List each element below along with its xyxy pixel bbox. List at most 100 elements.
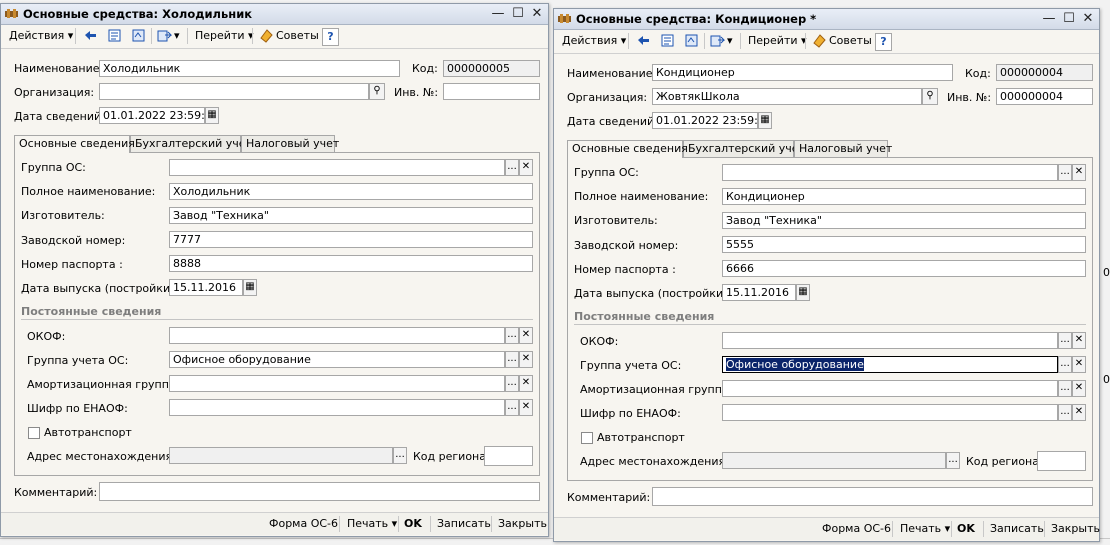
tab-main-info[interactable]: Основные сведения	[14, 135, 135, 153]
close-button[interactable]: ✕	[529, 6, 545, 21]
os-group-input[interactable]	[722, 164, 1058, 181]
structure-icon[interactable]	[107, 28, 122, 43]
select-button[interactable]: ...	[1058, 332, 1072, 349]
help-button[interactable]: ?	[322, 28, 339, 46]
clear-icon[interactable]: ✕	[1072, 164, 1086, 181]
okof-input[interactable]	[722, 332, 1058, 349]
clear-icon[interactable]: ✕	[519, 159, 533, 176]
back-arrow-icon[interactable]	[636, 33, 651, 48]
calendar-icon[interactable]: ▦	[758, 112, 772, 129]
save-button[interactable]: Записать	[990, 521, 1044, 537]
select-button[interactable]: ...	[505, 351, 519, 368]
select-button[interactable]: ...	[505, 399, 519, 416]
serial-number-input[interactable]: 7777	[169, 231, 533, 248]
comment-input[interactable]	[652, 487, 1093, 506]
name-input[interactable]: Холодильник	[99, 60, 400, 77]
vehicle-checkbox[interactable]	[28, 427, 40, 439]
search-icon[interactable]: ⚲	[922, 88, 938, 105]
region-code-input[interactable]	[484, 446, 533, 466]
select-button[interactable]: ...	[1058, 404, 1072, 421]
full-name-input[interactable]: Холодильник	[169, 183, 533, 200]
refresh-icon[interactable]	[684, 33, 699, 48]
select-button[interactable]: ...	[1058, 380, 1072, 397]
os-group-input[interactable]	[169, 159, 505, 176]
tab-tax[interactable]: Налоговый учет	[794, 140, 892, 157]
region-code-input[interactable]	[1037, 451, 1086, 471]
organization-input[interactable]	[99, 83, 369, 100]
tab-accounting[interactable]: Бухгалтерский учет	[683, 140, 805, 157]
maximize-button[interactable]: ☐	[510, 6, 526, 21]
clear-icon[interactable]: ✕	[1072, 356, 1086, 373]
manufacturer-input[interactable]: Завод "Техника"	[722, 212, 1086, 229]
save-button[interactable]: Записать	[437, 516, 491, 532]
close-form-button[interactable]: Закрыть	[498, 516, 547, 532]
goto-menu[interactable]: Перейти ▾	[195, 28, 254, 44]
clear-icon[interactable]: ✕	[1072, 332, 1086, 349]
tips-icon[interactable]	[812, 33, 827, 48]
address-input[interactable]	[169, 447, 393, 464]
close-button[interactable]: ✕	[1080, 11, 1096, 26]
ok-button[interactable]: OK	[957, 521, 975, 537]
form-os6-button[interactable]: Форма ОС-6	[822, 521, 891, 537]
back-arrow-icon[interactable]	[83, 28, 98, 43]
inventory-input[interactable]	[443, 83, 540, 100]
refresh-icon[interactable]	[131, 28, 146, 43]
select-button[interactable]: ...	[393, 447, 407, 464]
help-button[interactable]: ?	[875, 33, 892, 51]
vehicle-checkbox[interactable]	[581, 432, 593, 444]
info-date-input[interactable]: 01.01.2022 23:59:59	[652, 112, 758, 129]
calendar-icon[interactable]: ▦	[205, 107, 219, 124]
form-os6-button[interactable]: Форма ОС-6	[269, 516, 338, 532]
accounting-group-input[interactable]: Офисное оборудование	[169, 351, 505, 368]
calendar-icon[interactable]: ▦	[243, 279, 257, 296]
actions-menu[interactable]: Действия ▾	[9, 28, 73, 44]
accounting-group-input[interactable]: Офисное оборудование	[722, 356, 1058, 373]
tab-tax[interactable]: Налоговый учет	[241, 135, 339, 152]
okof-input[interactable]	[169, 327, 505, 344]
move-dropdown-arrow[interactable]: ▾	[174, 28, 180, 44]
passport-number-input[interactable]: 8888	[169, 255, 533, 272]
print-menu[interactable]: Печать ▾	[347, 516, 397, 532]
passport-number-input[interactable]: 6666	[722, 260, 1086, 277]
select-button[interactable]: ...	[505, 375, 519, 392]
clear-icon[interactable]: ✕	[519, 327, 533, 344]
serial-number-input[interactable]: 5555	[722, 236, 1086, 253]
address-input[interactable]	[722, 452, 946, 469]
select-button[interactable]: ...	[505, 327, 519, 344]
enaof-code-input[interactable]	[722, 404, 1058, 421]
release-date-input[interactable]: 15.11.2016	[722, 284, 796, 301]
move-document-icon[interactable]	[710, 33, 725, 48]
clear-icon[interactable]: ✕	[519, 399, 533, 416]
goto-menu[interactable]: Перейти ▾	[748, 33, 807, 49]
select-button[interactable]: ...	[505, 159, 519, 176]
release-date-input[interactable]: 15.11.2016	[169, 279, 243, 296]
organization-input[interactable]: ЖовтякШкола	[652, 88, 922, 105]
manufacturer-input[interactable]: Завод "Техника"	[169, 207, 533, 224]
full-name-input[interactable]: Кондиционер	[722, 188, 1086, 205]
actions-menu[interactable]: Действия ▾	[562, 33, 626, 49]
amortization-group-input[interactable]	[722, 380, 1058, 397]
amortization-group-input[interactable]	[169, 375, 505, 392]
tips-icon[interactable]	[259, 28, 274, 43]
code-input[interactable]: 000000005	[443, 60, 540, 77]
select-button[interactable]: ...	[946, 452, 960, 469]
comment-input[interactable]	[99, 482, 540, 501]
tips-button[interactable]: Советы	[276, 28, 319, 44]
clear-icon[interactable]: ✕	[1072, 404, 1086, 421]
move-document-icon[interactable]	[157, 28, 172, 43]
tips-button[interactable]: Советы	[829, 33, 872, 49]
clear-icon[interactable]: ✕	[519, 351, 533, 368]
tab-main-info[interactable]: Основные сведения	[567, 140, 688, 158]
ok-button[interactable]: OK	[404, 516, 422, 532]
minimize-button[interactable]: —	[490, 6, 506, 21]
info-date-input[interactable]: 01.01.2022 23:59:59	[99, 107, 205, 124]
search-icon[interactable]: ⚲	[369, 83, 385, 100]
inventory-input[interactable]: 000000004	[996, 88, 1093, 105]
select-button[interactable]: ...	[1058, 164, 1072, 181]
tab-accounting[interactable]: Бухгалтерский учет	[130, 135, 252, 152]
move-dropdown-arrow[interactable]: ▾	[727, 33, 733, 49]
minimize-button[interactable]: —	[1041, 11, 1057, 26]
enaof-code-input[interactable]	[169, 399, 505, 416]
select-button[interactable]: ...	[1058, 356, 1072, 373]
clear-icon[interactable]: ✕	[519, 375, 533, 392]
